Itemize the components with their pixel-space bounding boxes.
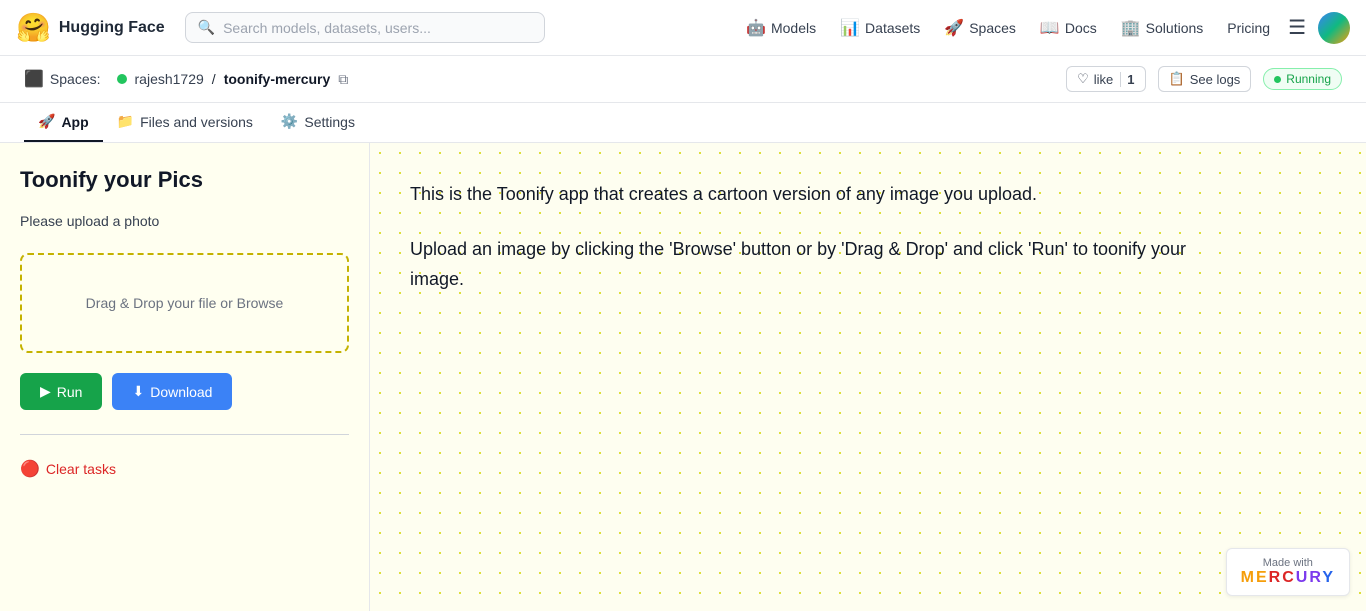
datasets-icon: 📊 — [840, 18, 860, 38]
content-description: This is the Toonify app that creates a c… — [410, 179, 1190, 295]
nav-datasets[interactable]: 📊 Datasets — [830, 12, 930, 44]
solutions-icon: 🏢 — [1121, 18, 1141, 38]
download-btn-label: Download — [150, 384, 212, 400]
tabs-bar: 🚀 App 📁 Files and versions ⚙️ Settings — [0, 103, 1366, 143]
mercury-letter-c: C — [1282, 569, 1296, 586]
drop-zone-text: Drag & Drop your file or Browse — [86, 295, 284, 311]
nav-docs[interactable]: 📖 Docs — [1030, 12, 1107, 44]
tab-files-label: Files and versions — [140, 114, 253, 130]
heart-icon: ♡ — [1077, 71, 1089, 87]
hamburger-icon[interactable]: ☰ — [1288, 15, 1306, 40]
spaces-label: ⬛ Spaces: — [24, 69, 101, 89]
search-bar[interactable]: 🔍 — [185, 12, 545, 43]
clear-tasks-label: Clear tasks — [46, 461, 116, 477]
nav-solutions[interactable]: 🏢 Solutions — [1111, 12, 1214, 44]
like-count: 1 — [1120, 72, 1134, 87]
nav-docs-label: Docs — [1065, 20, 1097, 36]
nav-models-label: Models — [771, 20, 816, 36]
nav-pricing[interactable]: Pricing — [1217, 14, 1280, 42]
search-input[interactable] — [223, 20, 532, 36]
tab-app-label: App — [61, 114, 88, 130]
copy-icon[interactable]: ⧉ — [338, 71, 348, 88]
breadcrumb-bar: ⬛ Spaces: rajesh1729 / toonify-mercury ⧉… — [0, 56, 1366, 103]
status-dot — [1274, 76, 1281, 83]
button-row: ▶ Run ⬇ Download — [20, 373, 349, 410]
models-icon: 🤖 — [746, 18, 766, 38]
nav-pricing-label: Pricing — [1227, 20, 1270, 36]
spaces-cube-icon: ⬛ — [24, 69, 44, 89]
nav-links: 🤖 Models 📊 Datasets 🚀 Spaces 📖 Docs 🏢 So… — [736, 12, 1350, 44]
mercury-letter-m: M — [1241, 569, 1256, 586]
breadcrumb-slash: / — [212, 71, 216, 87]
content-paragraph-2: Upload an image by clicking the 'Browse'… — [410, 234, 1190, 295]
clear-icon: 🔴 — [20, 459, 40, 479]
content-paragraph-1: This is the Toonify app that creates a c… — [410, 179, 1190, 210]
mercury-letter-y: Y — [1322, 569, 1335, 586]
mercury-letter-e: E — [1256, 569, 1269, 586]
logo-link[interactable]: 🤗 Hugging Face — [16, 11, 165, 44]
main-layout: Toonify your Pics Please upload a photo … — [0, 143, 1366, 611]
mercury-letter-r2: R — [1309, 569, 1322, 586]
mercury-letter-r: R — [1269, 569, 1283, 586]
search-icon: 🔍 — [198, 19, 215, 36]
download-button[interactable]: ⬇ Download — [112, 373, 232, 410]
logo-emoji: 🤗 — [16, 11, 51, 44]
logs-icon: 📋 — [1169, 71, 1185, 87]
like-button[interactable]: ♡ like 1 — [1066, 66, 1145, 92]
breadcrumb-actions: ♡ like 1 📋 See logs Running — [1066, 66, 1342, 92]
tab-settings-label: Settings — [304, 114, 355, 130]
settings-tab-icon: ⚙️ — [281, 113, 298, 130]
files-tab-icon: 📁 — [117, 113, 134, 130]
status-badge: Running — [1263, 68, 1342, 90]
run-btn-label: Run — [57, 384, 83, 400]
run-button[interactable]: ▶ Run — [20, 373, 102, 410]
tab-settings[interactable]: ⚙️ Settings — [267, 103, 369, 142]
drop-zone[interactable]: Drag & Drop your file or Browse — [20, 253, 349, 353]
status-text: Running — [1286, 72, 1331, 86]
made-with-text: Made with — [1263, 557, 1313, 569]
app-tab-icon: 🚀 — [38, 113, 55, 130]
repo-name: toonify-mercury — [224, 71, 331, 87]
logo-text: Hugging Face — [59, 19, 165, 37]
nav-spaces[interactable]: 🚀 Spaces — [934, 12, 1026, 44]
nav-models[interactable]: 🤖 Models — [736, 12, 826, 44]
play-icon: ▶ — [40, 383, 51, 400]
nav-spaces-label: Spaces — [969, 20, 1016, 36]
navbar: 🤗 Hugging Face 🔍 🤖 Models 📊 Datasets 🚀 S… — [0, 0, 1366, 56]
docs-icon: 📖 — [1040, 18, 1060, 38]
see-logs-label: See logs — [1190, 72, 1241, 87]
content-area: This is the Toonify app that creates a c… — [370, 143, 1366, 611]
mercury-logo: MERCURY — [1241, 569, 1335, 587]
user-link[interactable]: rajesh1729 — [135, 71, 204, 87]
upload-label: Please upload a photo — [20, 213, 349, 229]
sidebar: Toonify your Pics Please upload a photo … — [0, 143, 370, 611]
made-with-badge: Made with MERCURY — [1226, 548, 1350, 596]
user-avatar[interactable] — [1318, 12, 1350, 44]
divider — [20, 434, 349, 435]
spaces-icon: 🚀 — [944, 18, 964, 38]
tab-app[interactable]: 🚀 App — [24, 103, 103, 142]
clear-tasks-button[interactable]: 🔴 Clear tasks — [20, 459, 349, 479]
nav-datasets-label: Datasets — [865, 20, 920, 36]
see-logs-button[interactable]: 📋 See logs — [1158, 66, 1252, 92]
tab-files[interactable]: 📁 Files and versions — [103, 103, 267, 142]
spaces-text: Spaces: — [50, 71, 101, 87]
sidebar-title: Toonify your Pics — [20, 167, 349, 193]
mercury-letter-u: U — [1296, 569, 1310, 586]
like-label: like — [1094, 72, 1114, 87]
nav-solutions-label: Solutions — [1146, 20, 1204, 36]
status-indicator — [117, 74, 127, 84]
download-icon: ⬇ — [132, 383, 144, 400]
